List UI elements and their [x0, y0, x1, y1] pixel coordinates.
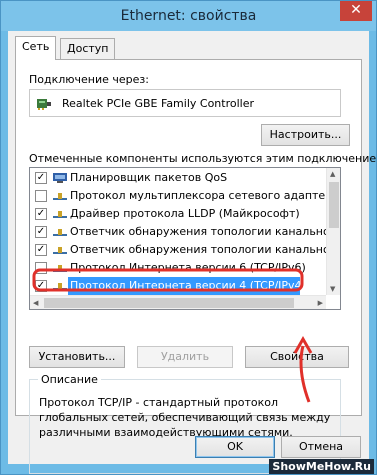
window-title: Ethernet: свойства: [120, 8, 257, 24]
adapter-box: Realtek PCIe GBE Family Controller: [29, 89, 341, 117]
list-item-label: Ответчик обнаружения топологии канальног…: [70, 225, 328, 238]
cancel-button[interactable]: Отмена: [281, 436, 361, 458]
configure-button[interactable]: Настроить...: [261, 124, 350, 146]
list-item[interactable]: Протокол мультиплексора сетевого адаптер…: [32, 187, 328, 205]
components-list[interactable]: ✓ Планировщик пакетов QoS Протокол мульт…: [29, 167, 341, 310]
description-title: Описание: [38, 373, 101, 386]
ok-button[interactable]: OK: [195, 436, 275, 458]
list-item[interactable]: ✓ Ответчик обнаружения топологии канальн…: [32, 241, 328, 259]
components-label: Отмеченные компоненты используются этим …: [29, 152, 377, 165]
properties-window: Ethernet: свойства ✕ Сеть Доступ Подключ…: [0, 0, 377, 475]
list-item-label: Ответчик обнаружения топологии канальног…: [70, 243, 328, 256]
checkbox[interactable]: ✓: [35, 280, 47, 292]
checkbox[interactable]: ✓: [35, 244, 47, 256]
list-item[interactable]: ✓ Планировщик пакетов QoS: [32, 169, 328, 187]
dialog-client-area: Сеть Доступ Подключение через: Realtek P…: [8, 31, 377, 474]
protocol-icon: [53, 247, 67, 254]
connect-using-label: Подключение через:: [29, 73, 149, 86]
tab-network[interactable]: Сеть: [15, 36, 57, 60]
close-button[interactable]: ✕: [340, 1, 372, 21]
properties-button[interactable]: Свойства: [245, 346, 349, 368]
scroll-right-icon[interactable]: ▶: [318, 299, 323, 307]
list-item-label: Протокол мультиплексора сетевого адаптер…: [70, 189, 328, 202]
list-item[interactable]: Протокол Интернета версии 6 (TCP/IPv6): [32, 259, 328, 277]
protocol-icon: [53, 283, 67, 290]
checkbox[interactable]: ✓: [35, 226, 47, 238]
checkbox[interactable]: [35, 190, 47, 202]
scroll-down-icon[interactable]: ▼: [330, 285, 335, 293]
protocol-icon: [53, 265, 67, 272]
vertical-scrollbar[interactable]: ▲ ▼: [326, 168, 340, 295]
scroll-up-icon[interactable]: ▲: [330, 170, 335, 178]
list-item[interactable]: ✓ Драйвер протокола LLDP (Майкрософт): [32, 205, 328, 223]
list-item[interactable]: ✓ Ответчик обнаружения топологии канальн…: [32, 223, 328, 241]
qos-scheduler-icon: [53, 173, 67, 183]
watermark-text: ShowMeHow.Ru: [269, 459, 374, 474]
adapter-name: Realtek PCIe GBE Family Controller: [62, 97, 255, 110]
scroll-left-icon[interactable]: ◀: [33, 299, 38, 307]
close-icon: ✕: [350, 2, 362, 18]
list-item-label: Протокол Интернета версии 4 (TCP/IPv4): [70, 279, 306, 292]
horizontal-scrollbar[interactable]: ◀ ▶: [30, 295, 326, 309]
protocol-icon: [53, 211, 67, 218]
protocol-icon: [53, 193, 67, 200]
checkbox[interactable]: ✓: [35, 172, 47, 184]
title-bar[interactable]: Ethernet: свойства ✕: [1, 1, 376, 31]
uninstall-button[interactable]: Удалить: [137, 346, 233, 368]
install-button[interactable]: Установить...: [29, 346, 125, 368]
network-adapter-icon: [37, 99, 51, 110]
list-item-label: Драйвер протокола LLDP (Майкрософт): [70, 207, 300, 220]
tab-sharing[interactable]: Доступ: [60, 38, 116, 59]
checkbox[interactable]: [35, 262, 47, 274]
list-item-label: Планировщик пакетов QoS: [70, 171, 228, 184]
vertical-scroll-thumb[interactable]: [329, 182, 339, 228]
protocol-icon: [53, 229, 67, 236]
description-text: Протокол TCP/IP - стандартный протокол г…: [39, 396, 331, 439]
list-item-selected[interactable]: ✓ Протокол Интернета версии 4 (TCP/IPv4): [32, 277, 328, 295]
checkbox[interactable]: ✓: [35, 208, 47, 220]
network-tab-panel: Подключение через: Realtek PCIe GBE Fami…: [15, 59, 377, 474]
horizontal-scroll-thumb[interactable]: [44, 298, 294, 308]
list-item-label: Протокол Интернета версии 6 (TCP/IPv6): [70, 261, 306, 274]
